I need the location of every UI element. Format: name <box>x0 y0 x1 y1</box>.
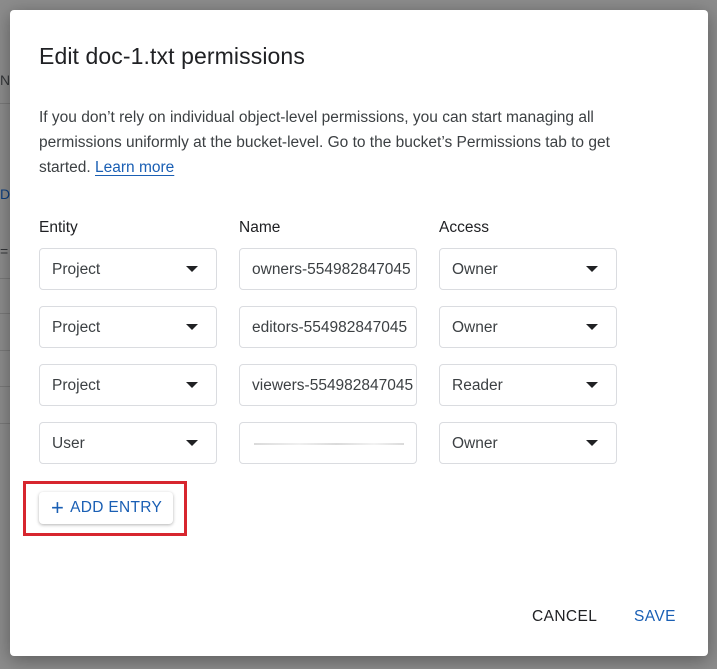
dropdown-arrow-icon <box>586 266 598 272</box>
name-value: viewers-554982847045 <box>252 377 414 394</box>
entity-select-row-2[interactable]: Project <box>39 306 217 348</box>
access-value: Reader <box>452 377 503 394</box>
entity-select-row-4[interactable]: User <box>39 422 217 464</box>
add-entry-button[interactable]: + ADD ENTRY <box>39 492 173 524</box>
dropdown-arrow-icon <box>586 382 598 388</box>
column-header-name: Name <box>239 219 281 236</box>
access-select-row-1[interactable]: Owner <box>439 248 617 290</box>
access-select-row-2[interactable]: Owner <box>439 306 617 348</box>
dropdown-arrow-icon <box>186 266 198 272</box>
edit-permissions-dialog: Edit doc-1.txt permissions If you don’t … <box>10 10 708 656</box>
learn-more-link[interactable]: Learn more <box>95 159 174 176</box>
dropdown-arrow-icon <box>586 324 598 330</box>
entity-value: User <box>52 435 85 452</box>
dropdown-arrow-icon <box>586 440 598 446</box>
access-value: Owner <box>452 261 498 278</box>
cancel-button[interactable]: CANCEL <box>526 604 603 630</box>
name-input-row-3[interactable]: viewers-554982847045 <box>239 364 417 406</box>
plus-icon: + <box>51 495 65 520</box>
dropdown-arrow-icon <box>186 440 198 446</box>
access-value: Owner <box>452 435 498 452</box>
dialog-title: Edit doc-1.txt permissions <box>39 43 305 69</box>
entity-select-row-3[interactable]: Project <box>39 364 217 406</box>
dropdown-arrow-icon <box>186 324 198 330</box>
name-input-row-4[interactable] <box>239 422 417 464</box>
entity-value: Project <box>52 261 101 278</box>
save-button[interactable]: SAVE <box>628 604 682 630</box>
name-input-row-2[interactable]: editors-554982847045 <box>239 306 417 348</box>
access-select-row-4[interactable]: Owner <box>439 422 617 464</box>
entity-value: Project <box>52 319 101 336</box>
name-value: owners-554982847045 <box>252 261 411 278</box>
dropdown-arrow-icon <box>186 382 198 388</box>
column-header-access: Access <box>439 219 489 236</box>
dialog-description: If you don’t rely on individual object-l… <box>39 105 659 180</box>
entity-value: Project <box>52 377 101 394</box>
add-entry-label: ADD ENTRY <box>70 499 163 516</box>
access-value: Owner <box>452 319 498 336</box>
name-input-row-1[interactable]: owners-554982847045 <box>239 248 417 290</box>
entity-select-row-1[interactable]: Project <box>39 248 217 290</box>
column-header-entity: Entity <box>39 219 78 236</box>
redacted-text <box>254 443 404 445</box>
name-value: editors-554982847045 <box>252 319 408 336</box>
access-select-row-3[interactable]: Reader <box>439 364 617 406</box>
